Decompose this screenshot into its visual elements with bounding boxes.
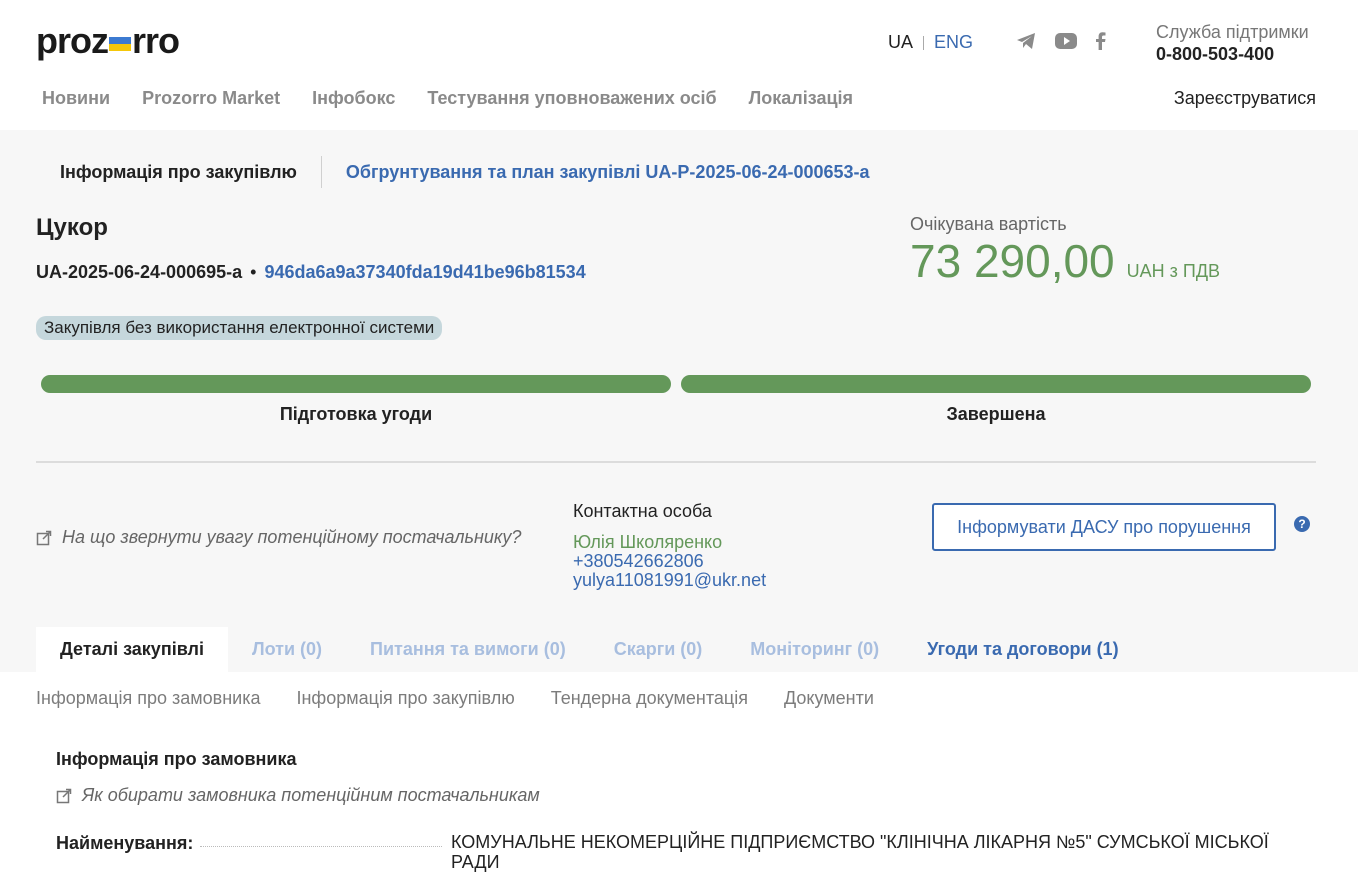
- nav-item-market[interactable]: Prozorro Market: [142, 88, 280, 109]
- customer-section-title: Інформація про замовника: [56, 749, 297, 769]
- progress-bar-stage-2: [681, 375, 1311, 393]
- customer-name-value: КОМУНАЛЬНЕ НЕКОМЕРЦІЙНЕ ПІДПРИЄМСТВО "КЛ…: [451, 832, 1269, 872]
- report-dasu-button[interactable]: Інформувати ДАСУ про порушення: [932, 503, 1276, 551]
- detail-subnav: Інформація про замовника Інформація про …: [36, 688, 910, 709]
- subnav-customer-info[interactable]: Інформація про замовника: [36, 688, 260, 709]
- ukraine-flag-icon: [109, 37, 131, 51]
- language-switcher: UA ENG: [888, 32, 973, 53]
- main-nav: Новини Prozorro Market Інфобокс Тестуван…: [42, 88, 885, 109]
- section-divider: [36, 461, 1316, 463]
- telegram-icon[interactable]: [1016, 32, 1036, 50]
- tender-hash-link[interactable]: 946da6a9a37340fda19d41be96b81534: [264, 262, 585, 283]
- prozorro-logo[interactable]: proz rro: [36, 20, 180, 62]
- expected-value-label: Очікувана вартість: [910, 214, 1067, 234]
- support-label: Служба підтримки: [1156, 22, 1309, 42]
- dotted-leader: [200, 846, 442, 847]
- subnav-tender-docs[interactable]: Тендерна документація: [551, 688, 748, 709]
- tender-ids: UA-2025-06-24-000695-a • 946da6a9a37340f…: [36, 262, 586, 283]
- stage-label-2: Завершена: [946, 404, 1046, 424]
- subnav-documents[interactable]: Документи: [784, 688, 874, 709]
- external-link-icon: [36, 530, 52, 545]
- supplier-hint-link[interactable]: На що звернути увагу потенційному постач…: [36, 527, 521, 548]
- contact-phone[interactable]: +380542662806: [573, 552, 766, 571]
- breadcrumb: Інформація про закупівлю Обгрунтування т…: [60, 156, 870, 188]
- lang-eng[interactable]: ENG: [934, 32, 973, 53]
- logo-text-right: rro: [132, 20, 180, 61]
- expected-value-amount: 73 290,00: [910, 235, 1115, 287]
- contact-heading: Контактна особа: [573, 501, 712, 521]
- help-icon[interactable]: ?: [1294, 516, 1310, 532]
- page-title: Цукор: [36, 214, 108, 241]
- customer-hint-link[interactable]: Як обирати замовника потенційним постача…: [56, 785, 540, 806]
- breadcrumb-divider: [320, 156, 322, 188]
- expected-value: 73 290,00 UAH з ПДВ: [910, 234, 1220, 288]
- nav-item-news[interactable]: Новини: [42, 88, 110, 109]
- nav-item-localization[interactable]: Локалізація: [749, 88, 853, 109]
- contact-email[interactable]: yulya11081991@ukr.net: [573, 571, 766, 590]
- progress-bar-stage-1: [41, 375, 671, 393]
- breadcrumb-plan-link[interactable]: Обгрунтування та план закупівлі UA-P-202…: [346, 162, 870, 183]
- tender-tabs: Деталі закупівлі Лоти (0) Питання та вим…: [36, 627, 1143, 672]
- contact-person: Контактна особа Юлія Школяренко +3805426…: [573, 502, 766, 590]
- register-link[interactable]: Зареєструватися: [1174, 88, 1316, 109]
- tender-summary: Інформація про закупівлю Обгрунтування т…: [0, 130, 1358, 672]
- tender-id: UA-2025-06-24-000695-a: [36, 262, 243, 282]
- customer-hint-text: Як обирати замовника потенційним постача…: [82, 785, 540, 805]
- subnav-procurement-info[interactable]: Інформація про закупівлю: [296, 688, 514, 709]
- customer-name-label: Найменування:: [56, 833, 194, 853]
- logo-text-left: proz: [36, 20, 109, 61]
- tab-contracts[interactable]: Угоди та договори (1): [903, 627, 1142, 672]
- supplier-hint-text: На що звернути увагу потенційному постач…: [62, 527, 522, 547]
- id-separator: •: [250, 262, 257, 282]
- tab-monitoring[interactable]: Моніторинг (0): [726, 627, 903, 672]
- site-header: proz rro UA ENG Служба підтримки 0-800-5…: [0, 0, 1358, 130]
- external-link-icon: [56, 788, 72, 803]
- tab-complaints[interactable]: Скарги (0): [590, 627, 727, 672]
- nav-item-testing[interactable]: Тестування уповноважених осіб: [427, 88, 716, 109]
- expected-value-currency: UAH з ПДВ: [1126, 261, 1221, 281]
- tab-details[interactable]: Деталі закупівлі: [36, 627, 228, 672]
- lang-divider: [923, 35, 925, 50]
- stage-label-1: Підготовка угоди: [279, 404, 433, 424]
- tab-lots[interactable]: Лоти (0): [228, 627, 346, 672]
- support-block: Служба підтримки 0-800-503-400: [1156, 22, 1309, 65]
- procurement-type-badge: Закупівля без використання електронної с…: [36, 316, 443, 340]
- support-phone[interactable]: 0-800-503-400: [1156, 44, 1309, 65]
- nav-item-infobox[interactable]: Інфобокс: [312, 88, 395, 109]
- youtube-icon[interactable]: [1055, 32, 1077, 50]
- tab-questions[interactable]: Питання та вимоги (0): [346, 627, 590, 672]
- facebook-icon[interactable]: [1094, 32, 1106, 50]
- breadcrumb-current: Інформація про закупівлю: [60, 161, 297, 182]
- contact-name: Юлія Школяренко: [573, 532, 723, 552]
- lang-ua[interactable]: UA: [888, 32, 913, 53]
